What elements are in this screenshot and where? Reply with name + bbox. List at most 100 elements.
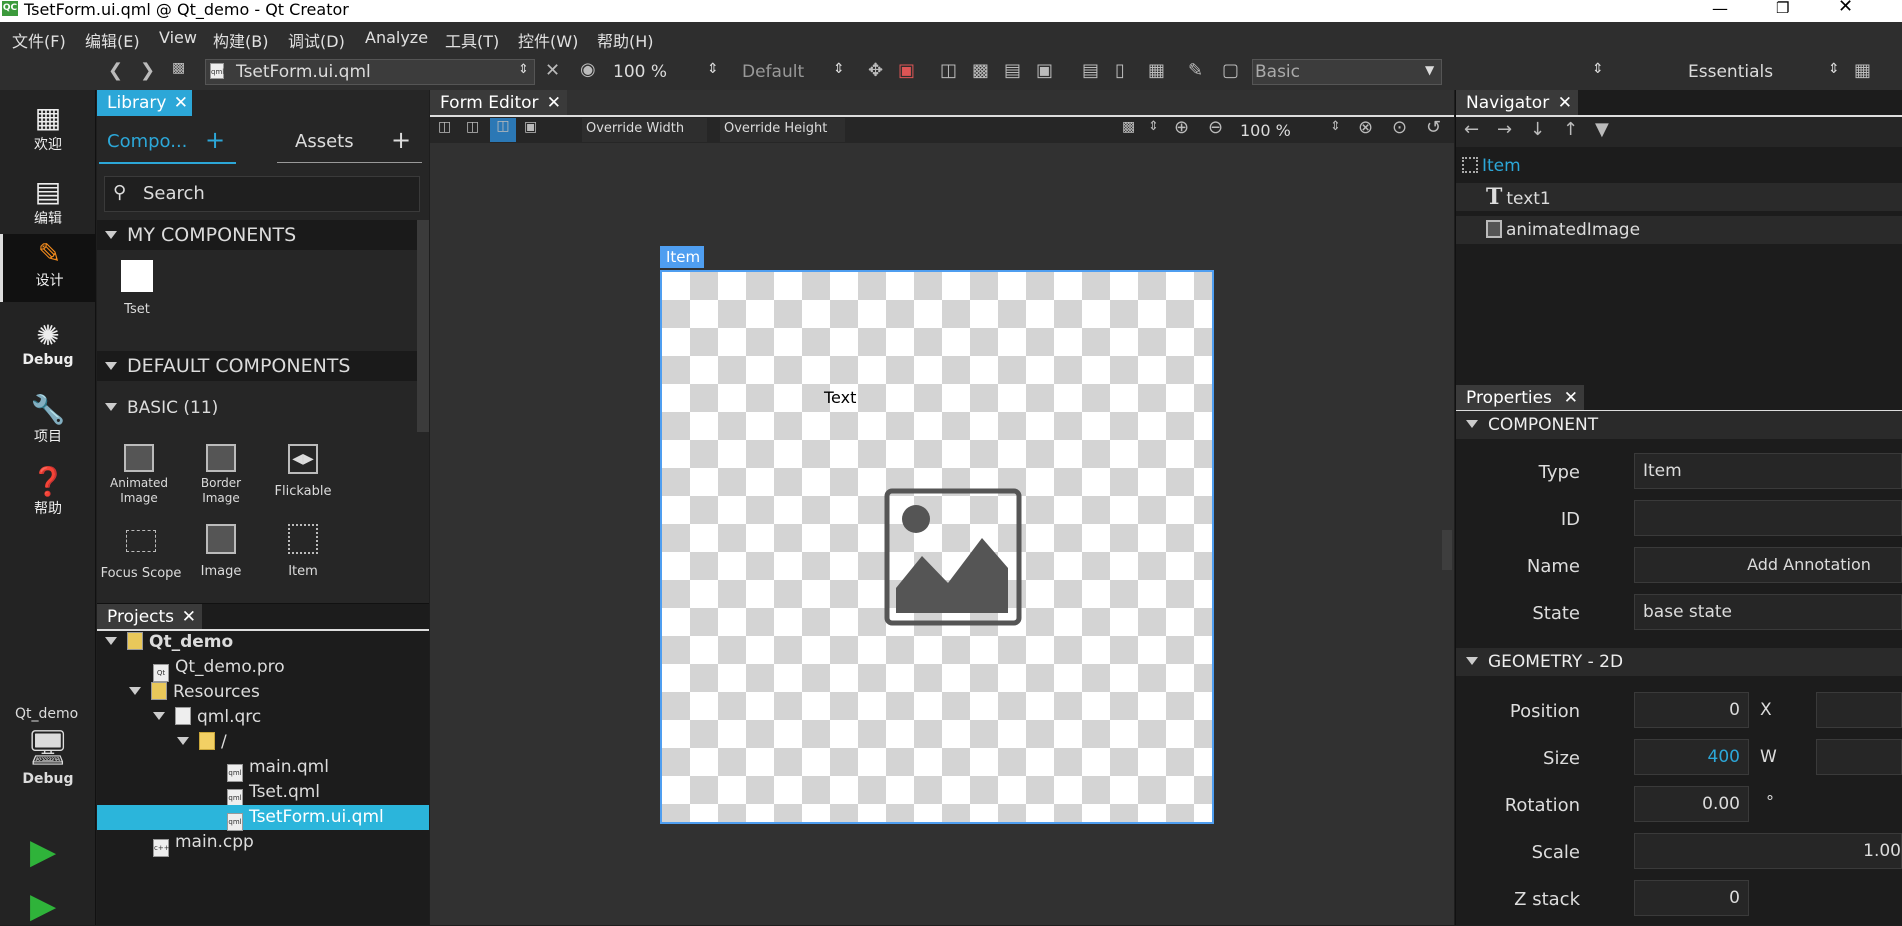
projects-tab[interactable]: Projects ✕ (97, 604, 202, 630)
tree-item-main-qml[interactable]: qml main.qml (227, 757, 329, 782)
mode-projects[interactable]: 🔧 项目 (0, 390, 96, 462)
default-components-header[interactable]: DEFAULT COMPONENTS (97, 351, 417, 381)
row-layout-icon[interactable]: ▤ (1082, 60, 1099, 81)
tree-item-resources[interactable]: Resources (129, 682, 260, 702)
menu-build[interactable]: 构建(B) (213, 28, 268, 52)
editor-zoom-value[interactable]: 100 % (1240, 121, 1291, 140)
arrow-down-icon[interactable]: ↓ (1530, 119, 1545, 140)
geometry-section-header[interactable]: GEOMETRY - 2D (1456, 648, 1902, 676)
component-image[interactable]: Image (189, 524, 253, 579)
background-color-icon[interactable]: ▩ (1122, 119, 1135, 135)
target-icon[interactable]: ◉ (580, 59, 596, 80)
layout-icon-2[interactable]: ▩ (972, 60, 989, 81)
close-icon[interactable]: ✕ (182, 604, 196, 630)
layout-icon-3[interactable]: ▤ (1004, 60, 1021, 81)
selector-updown-icon[interactable]: ⇕ (1592, 61, 1604, 77)
filter-icon[interactable]: ▼ (1595, 119, 1609, 140)
tree-item-qt-demo[interactable]: Qt_demo (105, 632, 233, 652)
zoom-out-icon[interactable]: ⊖ (1208, 117, 1223, 138)
comment-icon[interactable]: ▦ (1854, 60, 1871, 81)
canvas-item[interactable]: Text (660, 270, 1214, 824)
scale-field[interactable]: 1.00 (1634, 833, 1902, 869)
updown-icon[interactable]: ⇕ (1148, 119, 1159, 134)
tree-item-tsetform-selected[interactable]: qml TsetForm.ui.qml (97, 805, 429, 831)
workspace-updown-icon[interactable]: ⇕ (1828, 61, 1840, 77)
size-h-field[interactable] (1816, 739, 1902, 775)
zoom-updown-icon[interactable]: ⇕ (1330, 119, 1341, 134)
live-preview-icon[interactable]: ▣ (898, 60, 915, 81)
library-tab[interactable]: Library ✕ (97, 90, 192, 116)
mode-welcome[interactable]: ▦ 欢迎 (0, 98, 96, 170)
arrow-left-icon[interactable]: ← (1464, 119, 1479, 140)
menu-controls[interactable]: 控件(W) (518, 28, 578, 52)
position-y-field[interactable] (1816, 692, 1902, 728)
frame-icon[interactable]: ▣ (524, 119, 537, 135)
add-component-icon[interactable]: + (205, 126, 225, 154)
back-arrow-icon[interactable]: ❮ (108, 60, 123, 81)
kit-selector[interactable]: 🖥 Debug (0, 728, 96, 800)
animated-image-placeholder-icon[interactable] (884, 488, 1022, 626)
menu-debug[interactable]: 调试(D) (288, 28, 345, 52)
type-field[interactable]: Item (1634, 453, 1902, 489)
preset-selector[interactable]: Basic ▼ (1252, 59, 1442, 85)
close-icon[interactable]: ✕ (547, 90, 561, 116)
z-stack-field[interactable]: 0 (1634, 880, 1749, 916)
mode-help[interactable]: ❓ 帮助 (0, 462, 96, 534)
library-scrollbar[interactable] (417, 220, 429, 432)
restore-icon[interactable]: ❐ (1776, 0, 1790, 17)
mode-design[interactable]: ✎ 设计 (0, 234, 96, 302)
zoom-selection-icon[interactable]: ⊙ (1392, 117, 1407, 138)
menu-analyze[interactable]: Analyze (365, 28, 428, 47)
position-x-field[interactable]: 0 (1634, 692, 1749, 728)
add-asset-icon[interactable]: + (391, 126, 411, 154)
tree-item-pro[interactable]: Qt Qt_demo.pro (153, 657, 285, 682)
component-section-header[interactable]: COMPONENT (1456, 411, 1902, 439)
basic-header[interactable]: BASIC (11) (105, 398, 218, 418)
workspace-value[interactable]: Essentials (1688, 62, 1773, 82)
override-height-input[interactable]: Override Height (720, 118, 845, 142)
assets-tab[interactable]: Assets (295, 131, 354, 152)
add-annotation-button[interactable]: Add Annotation (1634, 547, 1902, 583)
navigator-tab[interactable]: Navigator ✕ (1456, 90, 1578, 116)
nav-item-root[interactable]: Item (1462, 156, 1521, 176)
reset-view-icon[interactable]: ↺ (1426, 117, 1441, 138)
forward-arrow-icon[interactable]: ❯ (140, 60, 155, 81)
component-animated-image[interactable]: Animated Image (107, 444, 171, 506)
lock-icon[interactable]: ▩ (172, 60, 185, 76)
properties-tab[interactable]: Properties ✕ (1456, 385, 1584, 411)
close-icon[interactable]: ✕ (1564, 385, 1578, 411)
state-field[interactable]: base state (1634, 594, 1902, 630)
grid-layout-icon[interactable]: ▦ (1148, 60, 1165, 81)
edit-icon[interactable]: ✎ (1188, 60, 1203, 81)
file-selector[interactable]: qml TsetForm.ui.qml ⇕ (205, 59, 535, 85)
anchor-icon[interactable]: ◫ (466, 119, 479, 135)
layout-icon-1[interactable]: ◫ (940, 60, 957, 81)
close-document-icon[interactable]: ✕ (545, 60, 560, 81)
debug-run-icon[interactable]: ▶ (30, 886, 56, 926)
close-icon[interactable]: ✕ (174, 90, 188, 116)
size-w-field[interactable]: 400 (1634, 739, 1749, 775)
layout-icon-4[interactable]: ▣ (1036, 60, 1053, 81)
component-focus-scope[interactable]: Focus Scope (99, 530, 183, 581)
my-components-header[interactable]: MY COMPONENTS (97, 220, 417, 250)
zoom-in-icon[interactable]: ⊕ (1174, 117, 1189, 138)
form-editor-tab[interactable]: Form Editor ✕ (430, 90, 567, 116)
id-field[interactable] (1634, 500, 1902, 536)
menu-tools[interactable]: 工具(T) (445, 28, 499, 52)
menu-file[interactable]: 文件(F) (12, 28, 66, 52)
close-icon[interactable]: ✕ (1838, 0, 1853, 16)
show-bounds-icon[interactable]: ◫ (490, 118, 516, 142)
style-value[interactable]: Default (742, 62, 804, 82)
mode-debug[interactable]: ✺ Debug (0, 316, 96, 388)
component-border-image[interactable]: Border Image (189, 444, 253, 506)
nav-item-animated-image[interactable]: animatedImage (1456, 216, 1902, 244)
snap-icon[interactable]: ◫ (438, 119, 451, 135)
nav-item-text1[interactable]: Ttext1 (1456, 183, 1902, 211)
zoom-fit-icon[interactable]: ⊗ (1358, 117, 1373, 138)
components-tab[interactable]: Compo... (107, 131, 187, 152)
style-updown-icon[interactable]: ⇕ (833, 61, 845, 77)
column-layout-icon[interactable]: ▯ (1115, 60, 1125, 81)
component-flickable[interactable]: ◀▶ Flickable (271, 444, 335, 499)
tree-item-root[interactable]: / (177, 732, 227, 752)
arrow-right-icon[interactable]: → (1497, 119, 1512, 140)
